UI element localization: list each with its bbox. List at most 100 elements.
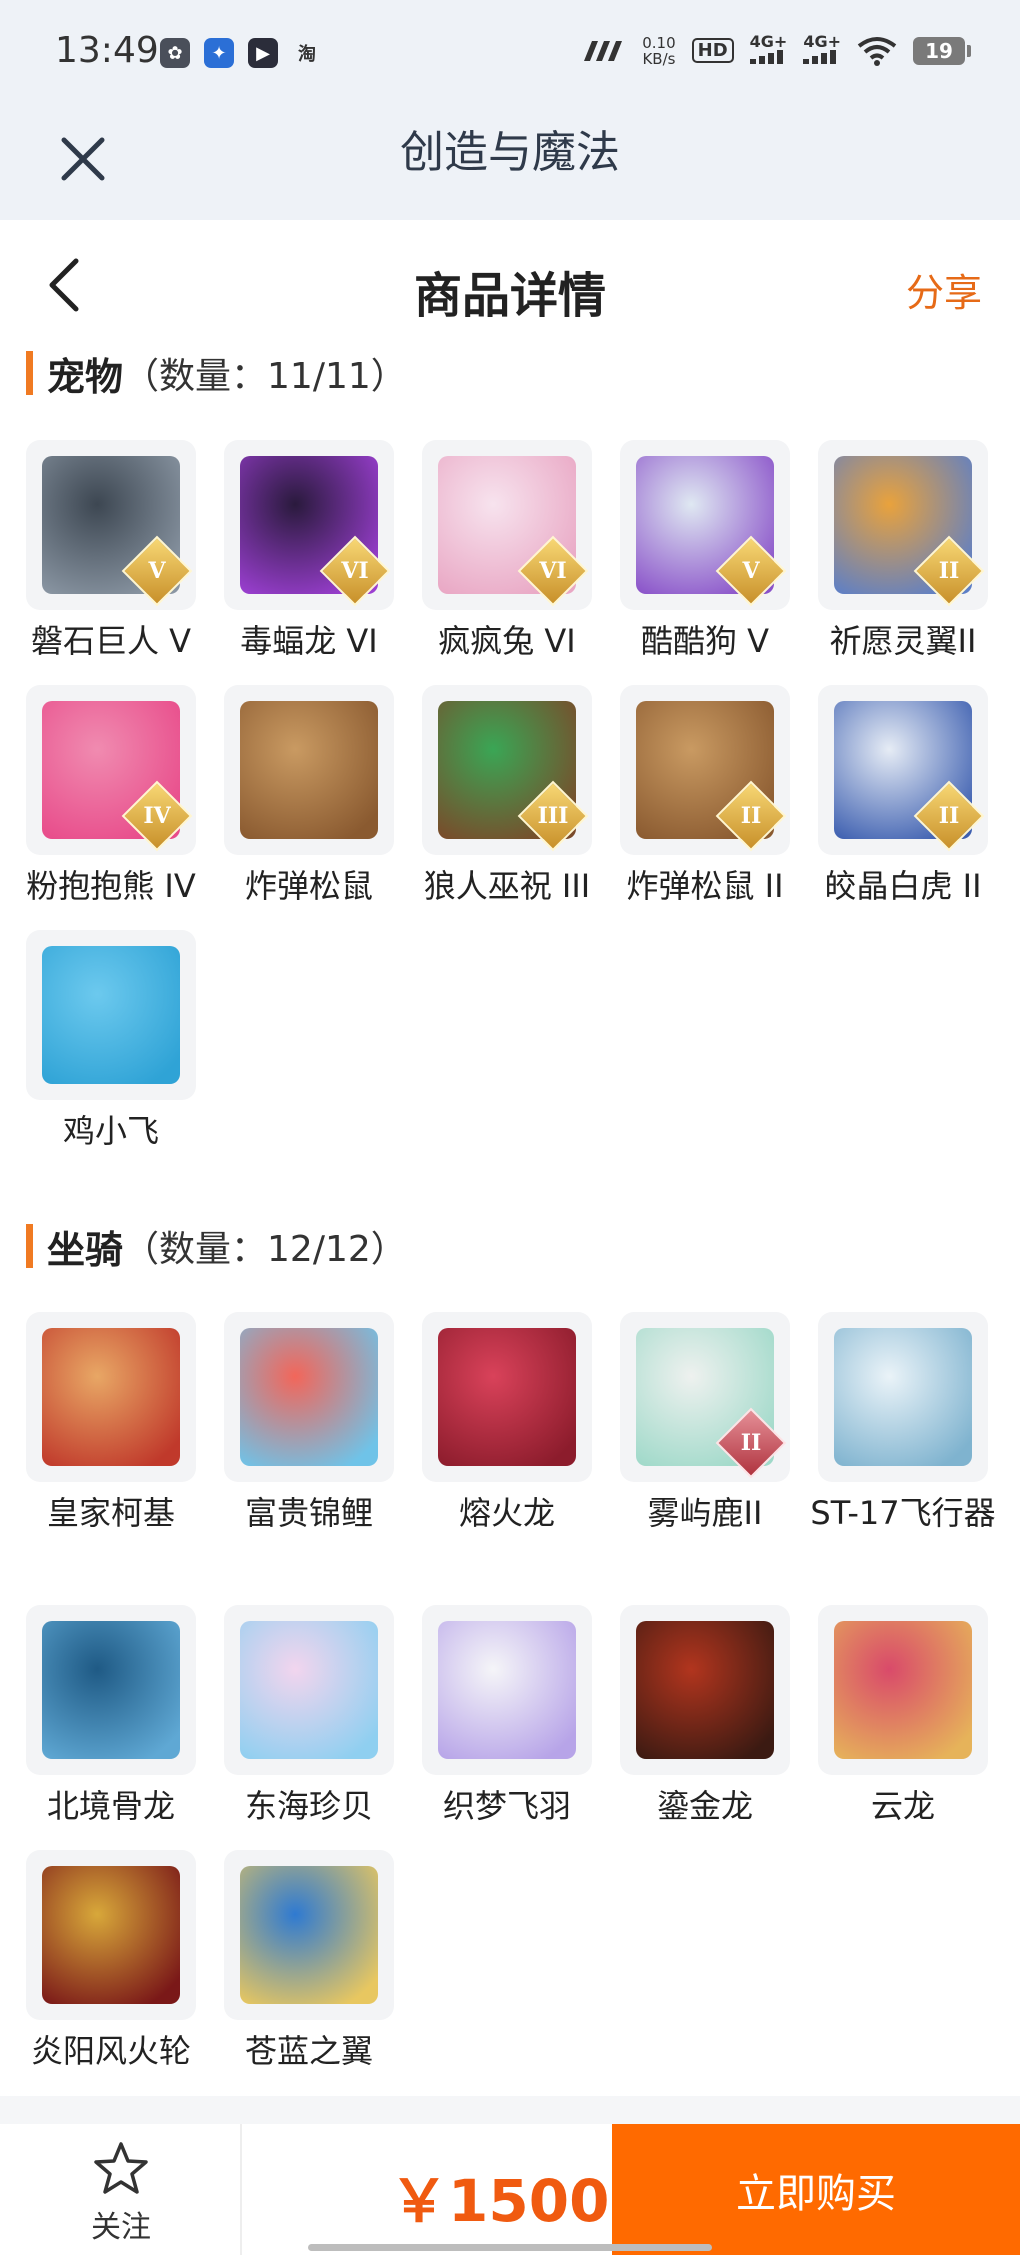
item-name: 东海珍贝 bbox=[244, 1787, 373, 1825]
item-thumbnail bbox=[818, 1605, 988, 1775]
item-name: 皇家柯基 bbox=[46, 1494, 175, 1532]
mount-item[interactable]: 富贵锦鲤 bbox=[220, 1312, 398, 1536]
network-label-1: 4G+ bbox=[749, 32, 788, 51]
section-accent-bar bbox=[26, 351, 33, 395]
item-thumbnail bbox=[26, 930, 196, 1100]
item-thumbnail bbox=[26, 1605, 196, 1775]
hd-badge: HD bbox=[691, 38, 734, 63]
item-thumbnail: VI bbox=[224, 440, 394, 610]
tier-badge-label: IV bbox=[143, 803, 171, 829]
item-name: 炸弹松鼠 bbox=[244, 867, 373, 905]
mount-item[interactable]: II 雾屿鹿II bbox=[616, 1312, 794, 1536]
item-name: 磐石巨人 V bbox=[30, 622, 192, 660]
bottom-action-bar: 关注 ￥1500 立即购买 bbox=[0, 2124, 1020, 2255]
status-bar: 13:49 ✿ ✦ ▶ 淘 0.10 KB/s HD 4G+ 4G+ 19 bbox=[0, 0, 1020, 112]
tier-badge-label: II bbox=[938, 803, 960, 829]
mount-item[interactable]: 炎阳风火轮 bbox=[22, 1850, 200, 2074]
item-thumbnail bbox=[620, 1605, 790, 1775]
network-speed-value: 0.10 bbox=[642, 33, 676, 52]
network-4g-1: 4G+ bbox=[749, 32, 788, 67]
tier-badge-label: V bbox=[742, 558, 760, 584]
battery-icon: 19 bbox=[913, 36, 971, 65]
item-thumbnail bbox=[224, 1605, 394, 1775]
item-name: 鎏金龙 bbox=[656, 1787, 753, 1825]
pet-item[interactable]: VI 毒蝠龙 VI bbox=[220, 440, 398, 664]
item-name: ST-17飞行器 bbox=[810, 1494, 996, 1532]
item-artwork-image bbox=[240, 701, 378, 839]
pet-item[interactable]: V 酷酷狗 V bbox=[616, 440, 794, 664]
mount-item[interactable]: 东海珍贝 bbox=[220, 1605, 398, 1829]
mounts-section-count: （数量：12/12） bbox=[123, 1229, 407, 1270]
item-name: 酷酷狗 V bbox=[640, 622, 770, 660]
buy-now-button[interactable]: 立即购买 bbox=[612, 2124, 1020, 2255]
item-artwork-image bbox=[834, 1621, 972, 1759]
item-name: 炎阳风火轮 bbox=[30, 2032, 191, 2070]
item-name: 鸡小飞 bbox=[62, 1112, 159, 1150]
pet-item[interactable]: 鸡小飞 bbox=[22, 930, 200, 1154]
pet-item[interactable]: III 狼人巫祝 III bbox=[418, 685, 596, 909]
item-thumbnail bbox=[26, 1312, 196, 1482]
item-thumbnail bbox=[422, 1312, 592, 1482]
signal-strength-icon bbox=[584, 40, 623, 61]
pets-section-count: （数量：11/11） bbox=[123, 356, 407, 397]
cell-bars-icon bbox=[749, 50, 783, 64]
mount-item[interactable]: 云龙 bbox=[814, 1605, 992, 1829]
telecom-app-icon: ✦ bbox=[204, 38, 234, 68]
mount-item[interactable]: 北境骨龙 bbox=[22, 1605, 200, 1829]
tier-badge-label: II bbox=[938, 558, 960, 584]
item-thumbnail bbox=[818, 1312, 988, 1482]
item-thumbnail bbox=[224, 685, 394, 855]
item-artwork-image bbox=[42, 1328, 180, 1466]
item-thumbnail bbox=[422, 1605, 592, 1775]
tier-badge-label: II bbox=[740, 1430, 762, 1456]
wifi-icon bbox=[857, 36, 897, 66]
status-time: 13:49 bbox=[55, 30, 159, 71]
item-thumbnail: II bbox=[620, 1312, 790, 1482]
item-thumbnail: V bbox=[620, 440, 790, 610]
pet-item[interactable]: V 磐石巨人 V bbox=[22, 440, 200, 664]
item-name: 毒蝠龙 VI bbox=[240, 622, 378, 660]
item-artwork-image bbox=[42, 1621, 180, 1759]
network-speed-unit: KB/s bbox=[642, 49, 676, 68]
pet-item[interactable]: II 祈愿灵翼II bbox=[814, 440, 992, 664]
item-name: 熔火龙 bbox=[458, 1494, 555, 1532]
follow-label: 关注 bbox=[91, 2210, 151, 2245]
share-button[interactable]: 分享 bbox=[906, 262, 982, 317]
follow-button[interactable]: 关注 bbox=[0, 2124, 242, 2255]
network-4g-2: 4G+ bbox=[803, 34, 841, 67]
tier-badge-label: III bbox=[537, 803, 569, 829]
mount-item[interactable]: 鎏金龙 bbox=[616, 1605, 794, 1829]
pet-item[interactable]: VI 疯疯兔 VI bbox=[418, 440, 596, 664]
pet-item[interactable]: 炸弹松鼠 bbox=[220, 685, 398, 909]
item-name: 皎晶白虎 II bbox=[824, 867, 982, 905]
item-name: 疯疯兔 VI bbox=[438, 622, 576, 660]
item-thumbnail: III bbox=[422, 685, 592, 855]
video-app-icon: ▶ bbox=[248, 38, 278, 68]
home-indicator[interactable] bbox=[308, 2244, 712, 2251]
item-artwork-image bbox=[438, 1328, 576, 1466]
mount-item[interactable]: 熔火龙 bbox=[418, 1312, 596, 1536]
item-name: 苍蓝之翼 bbox=[244, 2032, 373, 2070]
item-name: 炸弹松鼠 II bbox=[626, 867, 784, 905]
taobao-app-icon: 淘 bbox=[298, 44, 316, 65]
item-artwork-image bbox=[636, 1621, 774, 1759]
item-name: 织梦飞羽 bbox=[442, 1787, 571, 1825]
mount-item[interactable]: ST-17飞行器 bbox=[810, 1312, 996, 1536]
item-thumbnail: IV bbox=[26, 685, 196, 855]
mount-item[interactable]: 皇家柯基 bbox=[22, 1312, 200, 1536]
mount-item[interactable]: 织梦飞羽 bbox=[418, 1605, 596, 1829]
mount-item[interactable]: 苍蓝之翼 bbox=[220, 1850, 398, 2074]
star-icon bbox=[94, 2142, 148, 2194]
network-speed: 0.10 KB/s bbox=[642, 35, 675, 67]
status-indicators: 0.10 KB/s HD 4G+ 4G+ 19 bbox=[582, 32, 971, 67]
item-thumbnail bbox=[224, 1312, 394, 1482]
pet-item[interactable]: IV 粉抱抱熊 IV bbox=[22, 685, 200, 909]
tier-badge-label: II bbox=[740, 803, 762, 829]
pet-item[interactable]: II 皎晶白虎 II bbox=[814, 685, 992, 909]
page-title: 商品详情 bbox=[413, 268, 606, 324]
price: ￥1500 bbox=[390, 2167, 610, 2235]
item-thumbnail bbox=[224, 1850, 394, 2020]
pet-item[interactable]: II 炸弹松鼠 II bbox=[616, 685, 794, 909]
item-name: 祈愿灵翼II bbox=[829, 622, 977, 660]
mounts-section-name: 坐骑 bbox=[47, 1227, 124, 1272]
